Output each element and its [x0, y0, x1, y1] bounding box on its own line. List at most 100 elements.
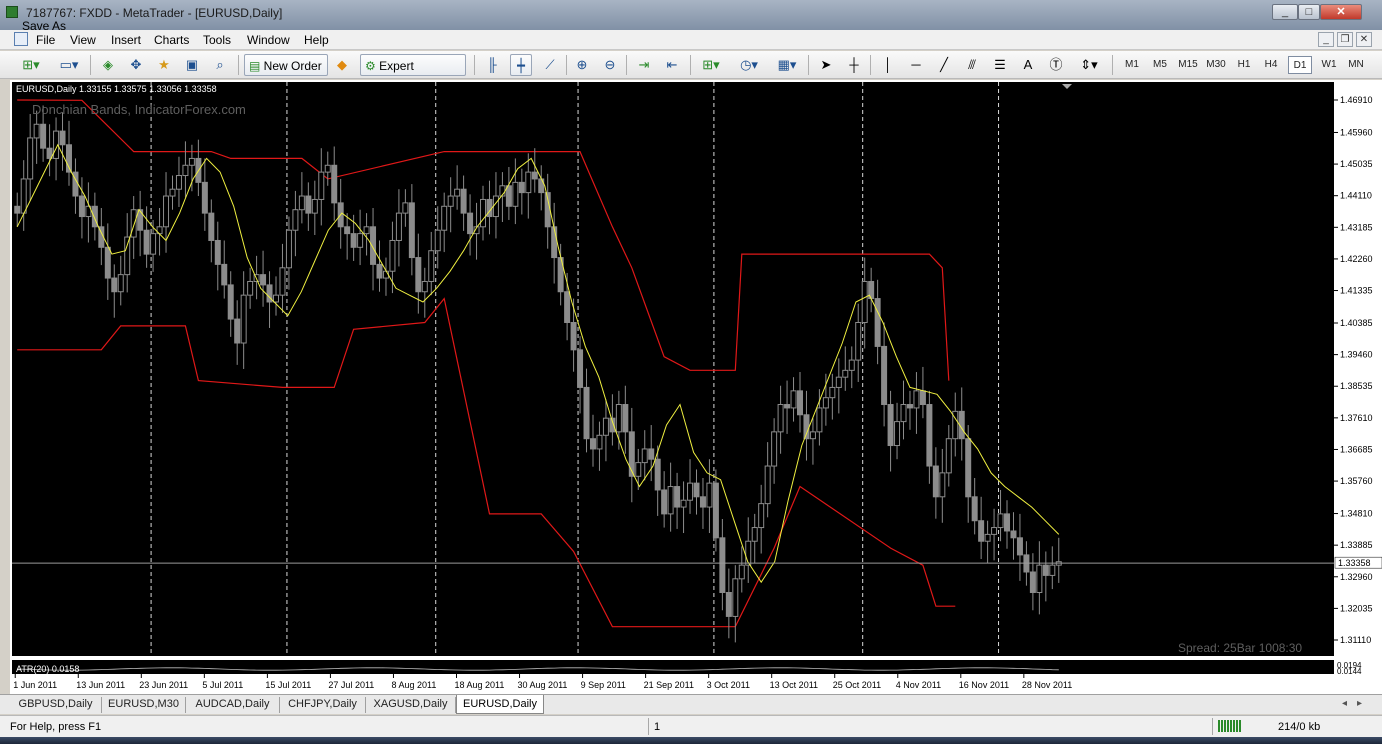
mdi-close-button[interactable]: ✕ — [1356, 32, 1372, 47]
profiles-icon[interactable]: ▭▾ — [54, 54, 84, 76]
tab-scroll-arrows-icon[interactable]: ◂▸ — [1342, 698, 1372, 709]
close-button[interactable]: ✕ — [1320, 4, 1362, 20]
y-tick-label: 1.32960 — [1340, 572, 1373, 582]
y-tick-label: 1.31110 — [1340, 635, 1371, 645]
candle-body — [512, 181, 519, 207]
arrows-icon[interactable]: ⇕▾ — [1074, 54, 1104, 76]
data-window-icon[interactable]: ✥ — [126, 54, 146, 76]
candle-body — [33, 123, 40, 139]
terminal-icon[interactable]: ▣ — [182, 54, 202, 76]
fibonacci-icon[interactable]: ☰ — [990, 54, 1010, 76]
candle-body — [298, 195, 305, 211]
indicators-icon[interactable]: ⊞▾ — [696, 54, 726, 76]
timeframe-m1[interactable]: M1 — [1120, 56, 1144, 74]
candle-body — [570, 321, 577, 351]
timeframe-mn[interactable]: MN — [1344, 56, 1368, 74]
candle-body — [745, 540, 752, 566]
menu-file[interactable]: File — [36, 33, 55, 47]
crosshair-icon[interactable]: ┼ — [844, 54, 864, 76]
timeframe-m15[interactable]: M15 — [1175, 56, 1201, 74]
y-tick-label: 1.38535 — [1340, 381, 1373, 391]
candle-body — [260, 274, 267, 286]
timeframe-h4[interactable]: H4 — [1260, 56, 1282, 74]
x-tick-label: 13 Oct 2011 — [770, 680, 818, 690]
x-tick-label: 21 Sep 2011 — [644, 680, 694, 690]
tab-eurusd-daily[interactable]: EURUSD,Daily — [456, 695, 544, 714]
menu-tools[interactable]: Tools — [203, 33, 231, 47]
trendline-icon[interactable]: ╱ — [934, 54, 954, 76]
y-tick-label: 1.33885 — [1340, 540, 1373, 550]
tab-gbpusd-daily[interactable]: GBPUSD,Daily — [10, 697, 102, 713]
candlestick-chart-icon[interactable]: ┿ — [510, 54, 532, 76]
mdi-restore-button[interactable]: ❐ — [1337, 32, 1353, 47]
new-order-label: New Order — [263, 59, 322, 73]
menu-window[interactable]: Window — [247, 33, 290, 47]
mdi-minimize-button[interactable]: _ — [1318, 32, 1334, 47]
maximize-button[interactable]: □ — [1298, 4, 1320, 20]
menu-view[interactable]: View — [70, 33, 96, 47]
candle-body — [719, 537, 726, 593]
candle-body — [564, 291, 571, 323]
timeframe-m30[interactable]: M30 — [1203, 56, 1229, 74]
menu-insert[interactable]: Insert — [111, 33, 141, 47]
chart-shift-icon[interactable]: ⇤ — [662, 54, 682, 76]
new-order-button[interactable]: ▤ New Order — [244, 54, 328, 76]
candle-body — [311, 198, 318, 214]
candle-body — [1016, 537, 1023, 556]
candle-body — [117, 274, 124, 293]
menu-help[interactable]: Help — [304, 33, 329, 47]
candle-body — [273, 294, 279, 303]
zoom-out-icon[interactable]: ⊖ — [600, 54, 620, 76]
candle-body — [764, 465, 771, 505]
line-chart-icon[interactable]: ⟋ — [540, 54, 560, 76]
x-tick-label: 28 Nov 2011 — [1022, 680, 1072, 690]
y-tick-label: 1.39460 — [1340, 350, 1373, 360]
y-tick-label: 1.45960 — [1340, 127, 1373, 137]
strategy-tester-icon[interactable]: ⌕ — [210, 54, 230, 76]
timeframe-h1[interactable]: H1 — [1233, 56, 1255, 74]
cursor-icon[interactable]: ➤ — [816, 54, 836, 76]
candle-body — [221, 263, 228, 286]
candle-body — [803, 414, 810, 440]
minimize-button[interactable]: _ — [1272, 4, 1298, 20]
templates-icon[interactable]: ▦▾ — [772, 54, 802, 76]
zoom-in-icon[interactable]: ⊕ — [572, 54, 592, 76]
y-tick-label: 1.46910 — [1340, 95, 1373, 105]
vertical-line-icon[interactable]: │ — [878, 54, 898, 76]
timeframe-d1[interactable]: D1 — [1288, 56, 1312, 74]
candle-body — [596, 434, 603, 450]
menu-charts[interactable]: Charts — [154, 33, 189, 47]
new-chart-icon[interactable]: ⊞▾ — [16, 54, 46, 76]
text-label-icon[interactable]: Ⓣ — [1046, 54, 1066, 76]
chart-window[interactable]: 1.46910 1.45960 1.45035 1.44110 1.43185 1.422… — [10, 80, 1382, 694]
candle-body — [531, 171, 538, 180]
periods-icon[interactable]: ◷▾ — [734, 54, 764, 76]
bar-chart-icon[interactable]: ╟ — [482, 54, 502, 76]
auto-scroll-icon[interactable]: ⇥ — [634, 54, 654, 76]
x-tick-label: 13 Jun 2011 — [76, 680, 125, 690]
chart-window-icon[interactable] — [14, 32, 28, 46]
horizontal-line-icon[interactable]: ─ — [906, 54, 926, 76]
candle-body — [227, 284, 234, 320]
menu-bar: File View Insert Charts Tools Window Hel… — [0, 30, 1382, 50]
text-tool-icon[interactable]: A — [1018, 54, 1038, 76]
alert-icon[interactable]: ◆ — [332, 54, 352, 76]
x-tick-label: 18 Aug 2011 — [454, 680, 504, 690]
candle-body — [1010, 530, 1017, 539]
expert-advisors-button[interactable]: ⚙ Expert Advisors — [360, 54, 466, 95]
tab-audcad-daily[interactable]: AUDCAD,Daily — [186, 697, 280, 713]
price-chart[interactable]: 1.46910 1.45960 1.45035 1.44110 1.43185 1.422… — [10, 80, 1382, 694]
equidistant-channel-icon[interactable]: ⫻ — [962, 54, 982, 76]
timeframe-m5[interactable]: M5 — [1148, 56, 1172, 74]
current-price-label: 1.33358 — [1338, 558, 1371, 568]
candle-body — [945, 438, 952, 474]
timeframe-w1[interactable]: W1 — [1317, 56, 1341, 74]
market-watch-icon[interactable]: ◈ — [98, 54, 118, 76]
candle-body — [518, 181, 525, 194]
tab-chfjpy-daily[interactable]: CHFJPY,Daily — [280, 697, 366, 713]
candle-body — [428, 250, 435, 282]
tab-xagusd-daily[interactable]: XAGUSD,Daily — [366, 697, 456, 713]
candle-body — [421, 280, 428, 293]
navigator-icon[interactable]: ★ — [154, 54, 174, 76]
tab-eurusd-m30[interactable]: EURUSD,M30 — [102, 697, 186, 713]
